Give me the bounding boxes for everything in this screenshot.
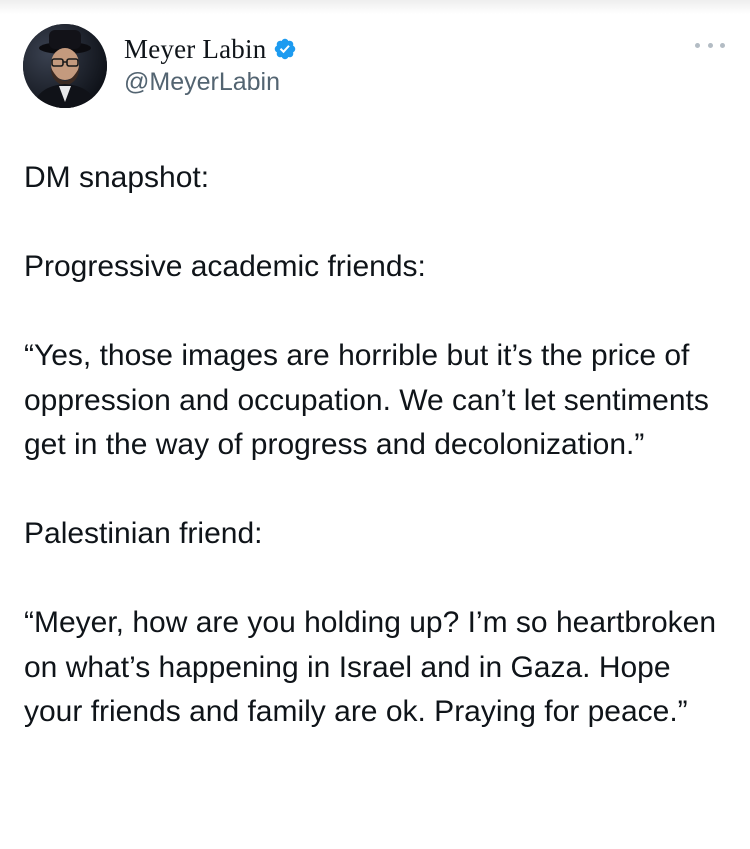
tweet-paragraph: “Yes, those images are horrible but it’s… [24,339,709,461]
tweet-paragraph: Palestinian friend: [24,517,263,550]
author-handle[interactable]: @MeyerLabin [124,68,297,97]
author-display-name[interactable]: Meyer Labin [124,34,266,65]
verified-badge-icon [275,38,296,60]
avatar[interactable] [23,24,107,108]
tweet-paragraph: Progressive academic friends: [24,250,426,283]
profile-photo-icon [23,24,107,108]
top-edge [0,0,750,14]
more-options-icon[interactable] [695,38,725,52]
tweet-paragraph: DM snapshot: [24,161,210,194]
dot [720,42,725,48]
dot [695,42,700,48]
name-row: Meyer Labin [124,33,297,65]
author-info: Meyer Labin @MeyerLabin [124,33,297,97]
tweet-text: DM snapshot: Progressive academic friend… [24,156,736,735]
tweet-header: Meyer Labin @MeyerLabin [23,24,727,114]
dot [707,42,713,48]
tweet-paragraph: “Meyer, how are you holding up? I’m so h… [24,606,717,728]
